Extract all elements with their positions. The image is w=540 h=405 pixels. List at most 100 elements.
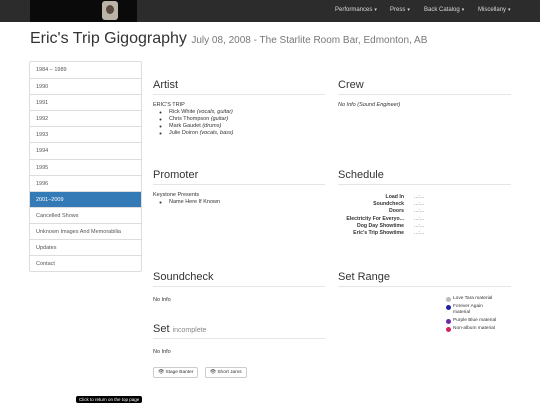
schedule-row: Load In...:... [338, 194, 511, 201]
schedule-heading: Schedule [338, 169, 511, 185]
sidebar-item-unknown-images[interactable]: Unknown Images And Memorabilia [30, 222, 141, 239]
page-title: Eric's Trip Gigography July 08, 2008 - T… [30, 30, 427, 48]
member-name: Mark Gaudet [169, 123, 201, 129]
soundcheck-section: Soundcheck No Info [153, 271, 325, 303]
list-item: Rick White (vocals, guitar) [169, 109, 325, 116]
schedule-label: Electricity For Everyo... [346, 215, 404, 222]
list-item: Chris Thompson (guitar) [169, 116, 325, 123]
schedule-label: Soundcheck [373, 201, 404, 208]
legend-item: Purple Blue material [446, 317, 511, 325]
schedule-section: Schedule Load In...:... Soundcheck...:..… [338, 169, 511, 237]
schedule-label: Dog Day Showtime [357, 222, 404, 229]
schedule-label: Load In [385, 194, 404, 200]
set-heading-text: Set [153, 323, 170, 335]
nav-press-label: Press [390, 7, 406, 13]
nav-miscellany[interactable]: Miscellany ▾ [478, 7, 511, 13]
sidebar-item-1984-1989[interactable]: 1984 – 1989 [30, 62, 141, 78]
schedule-label: Doors [389, 208, 404, 215]
nav-press[interactable]: Press ▾ [390, 7, 410, 13]
legend-label: Love Tara material [453, 296, 493, 301]
crew-heading: Crew [338, 79, 511, 95]
site-logo[interactable] [30, 0, 137, 22]
sidebar-item-contact[interactable]: Contact [30, 255, 141, 271]
list-item: Name Here If Known [169, 199, 325, 206]
list-item: Julie Doiron (vocals, bass) [169, 130, 325, 137]
stage-banter-button[interactable]: 👁 Stage Banter [153, 367, 199, 378]
set-range-legend: Love Tara material Forever Again materia… [446, 295, 511, 333]
set-status: incomplete [172, 327, 207, 334]
legend-label: Non-album material [453, 326, 495, 331]
member-role: (drums) [202, 123, 222, 129]
caret-down-icon: ▾ [461, 7, 465, 13]
crew-role: (Sound Engineer) [357, 102, 401, 108]
artist-name: ERIC'S TRIP [153, 102, 185, 108]
schedule-value: ...:... [414, 215, 425, 222]
schedule-label: Eric's Trip Showtime [353, 229, 404, 236]
promoter-section: Promoter Keystone Presents Name Here If … [153, 169, 325, 206]
soundcheck-info: No Info [153, 297, 171, 303]
sidebar-item-1996[interactable]: 1996 [30, 174, 141, 191]
schedule-row: Eric's Trip Showtime...:... [338, 230, 511, 237]
legend-dot [446, 327, 451, 332]
sidebar-item-updates[interactable]: Updates [30, 239, 141, 255]
nav-back-catalog-label: Back Catalog [424, 7, 460, 13]
legend-dot [446, 305, 451, 310]
schedule-value: ...:... [414, 222, 425, 229]
set-range-section: Set Range Love Tara material Forever Aga… [338, 271, 511, 333]
sidebar-item-1995[interactable]: 1995 [30, 158, 141, 175]
member-name: Julie Doiron [169, 130, 199, 136]
top-navbar: Performances ▾ Press ▾ Back Catalog ▾ Misce… [0, 0, 540, 22]
legend-dot [446, 297, 451, 302]
set-range-heading: Set Range [338, 271, 511, 287]
schedule-value: ...:... [414, 201, 425, 208]
eye-icon: 👁 [158, 370, 165, 375]
soundcheck-heading: Soundcheck [153, 271, 325, 287]
member-name: Chris Thompson [169, 116, 210, 122]
schedule-row: Dog Day Showtime...:... [338, 223, 511, 230]
schedule-value: ...:... [414, 208, 425, 215]
short-jams-label: Short Jams [217, 370, 242, 375]
legend-item: Forever Again material [446, 303, 511, 317]
artist-heading: Artist [153, 79, 325, 95]
schedule-value: ...:... [414, 194, 425, 200]
nav-performances[interactable]: Performances ▾ [335, 7, 377, 13]
artist-section: Artist ERIC'S TRIP Rick White (vocals, g… [153, 79, 325, 137]
sidebar-item-1993[interactable]: 1993 [30, 126, 141, 142]
crew-info: No Info (Sound Engineer) [338, 102, 511, 108]
crew-section: Crew No Info (Sound Engineer) [338, 79, 511, 108]
member-list: Rick White (vocals, guitar) Chris Thomps… [153, 109, 325, 137]
promoter-name: Keystone Presents [153, 192, 200, 198]
back-to-top-tooltip[interactable]: Click to return on the top page [76, 396, 143, 403]
caret-down-icon: ▾ [407, 7, 410, 13]
sidebar-item-1992[interactable]: 1992 [30, 110, 141, 126]
caret-down-icon: ▾ [374, 7, 377, 13]
member-role: (guitar) [210, 116, 229, 122]
schedule-row: Soundcheck...:... [338, 201, 511, 208]
member-role: (vocals, bass) [199, 130, 234, 136]
crew-info-text: No Info [338, 102, 356, 108]
logo-image [102, 1, 118, 20]
year-sidebar: 1984 – 1989 1990 1991 1992 1993 1994 199… [29, 61, 142, 273]
legend-dot [446, 319, 451, 324]
sidebar-item-2001-2009[interactable]: 2001–2009 [30, 190, 141, 207]
nav-back-catalog[interactable]: Back Catalog ▾ [424, 7, 464, 13]
promoter-heading: Promoter [153, 169, 325, 185]
legend-item: Non-album material [446, 325, 511, 333]
promoter-list: Name Here If Known [153, 199, 325, 206]
nav-miscellany-label: Miscellany [478, 7, 507, 13]
set-info: No Info [153, 349, 171, 355]
sidebar-item-1990[interactable]: 1990 [30, 78, 141, 94]
sidebar-item-1994[interactable]: 1994 [30, 142, 141, 158]
schedule-row: Electricity For Everyo......:... [338, 216, 511, 223]
schedule-value: ...:... [414, 229, 425, 236]
short-jams-button[interactable]: 👁 Short Jams [204, 367, 247, 378]
nav-performances-label: Performances [335, 7, 373, 13]
list-item: Mark Gaudet (drums) [169, 123, 325, 130]
page-subtitle: July 08, 2008 - The Starlite Room Bar, E… [191, 35, 428, 46]
sidebar-item-cancelled-shows[interactable]: Cancelled Shows [30, 206, 141, 223]
stage-banter-label: Stage Banter [165, 370, 194, 375]
set-buttons: 👁 Stage Banter 👁 Short Jams [153, 360, 325, 378]
page-title-main: Eric's Trip Gigography [30, 30, 187, 47]
sidebar-item-1991[interactable]: 1991 [30, 94, 141, 110]
schedule-row: Doors...:... [338, 208, 511, 215]
